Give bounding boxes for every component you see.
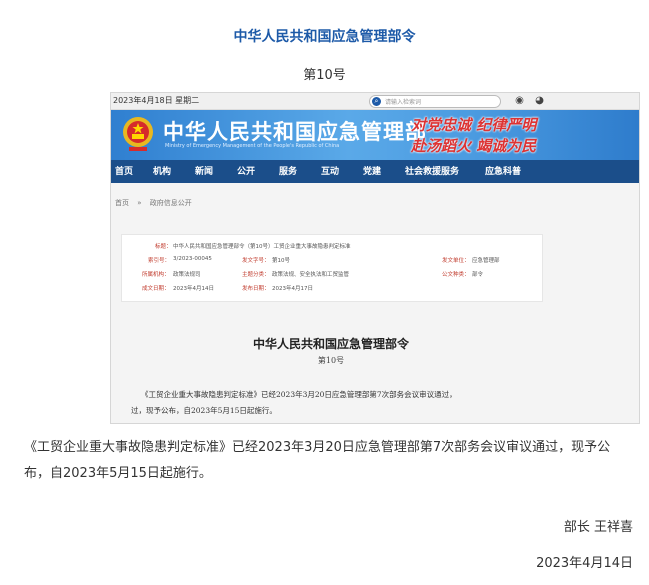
info-published-value: 2023年4月17日 — [272, 286, 313, 292]
breadcrumb-separator: » — [137, 199, 142, 207]
nav-rescue-service[interactable]: 社会救援服务 — [405, 164, 459, 177]
date-text: 2023年4月18日 星期二 — [113, 96, 200, 105]
nav-news[interactable]: 新闻 — [195, 164, 213, 177]
search-placeholder: 请输入检索词 — [385, 99, 422, 106]
search-input[interactable]: ⌕ 请输入检索词 — [369, 95, 501, 108]
breadcrumb-current[interactable]: 政府信息公开 — [150, 199, 192, 207]
weibo-icon[interactable]: ◉ — [513, 94, 526, 107]
info-topic-value: 政策法规、安全执法和工贸监管 — [272, 272, 350, 278]
slogan-line-2: 赴汤蹈火 竭诚为民 — [411, 137, 537, 155]
info-title-value: 中华人民共和国应急管理部令（第10号）工贸企业重大事故隐患判定标准 — [173, 244, 351, 250]
info-issuer-label: 发文单位： — [442, 258, 470, 264]
info-index-value: 3/2023-00045 — [173, 256, 212, 262]
website-screenshot: 2023年4月18日 星期二 ⌕ 请输入检索词 ◉ ◕ 中华人民共和国应急管理部… — [110, 92, 640, 424]
info-written-label: 成文日期： — [142, 286, 170, 292]
site-name-en: Ministry of Emergency Management of the … — [165, 143, 340, 149]
info-published-label: 发布日期： — [242, 286, 270, 292]
search-icon[interactable]: ⌕ — [372, 97, 381, 106]
breadcrumb: 首页 » 政府信息公开 — [115, 198, 198, 208]
signature-date: 2023年4月14日 — [536, 556, 633, 571]
wechat-icon[interactable]: ◕ — [533, 94, 546, 107]
info-issuer-value: 应急管理部 — [472, 258, 500, 264]
main-nav: 首页 机构 新闻 公开 服务 互动 党建 社会救援服务 应急科普 — [111, 160, 639, 183]
info-dept-label: 所属机构： — [142, 272, 170, 278]
nav-organization[interactable]: 机构 — [153, 164, 171, 177]
article-number: 第10号 — [303, 68, 346, 83]
info-written-value: 2023年4月14日 — [173, 286, 214, 292]
info-title-label: 标题： — [155, 244, 172, 250]
breadcrumb-home[interactable]: 首页 — [115, 199, 129, 207]
site-name: 中华人民共和国应急管理部 — [163, 119, 427, 144]
nav-service[interactable]: 服务 — [279, 164, 297, 177]
doc-body-line-2: 过，现予公布，自2023年5月15日起施行。 — [131, 406, 277, 415]
nav-interaction[interactable]: 互动 — [321, 164, 339, 177]
info-docno-label: 发文字号： — [242, 258, 270, 264]
nav-public[interactable]: 公开 — [237, 164, 255, 177]
article-title: 中华人民共和国应急管理部令 — [233, 29, 416, 45]
info-dept-value: 政策法规司 — [173, 272, 201, 278]
doc-number: 第10号 — [317, 356, 345, 365]
doc-title: 中华人民共和国应急管理部令 — [252, 337, 409, 351]
nav-home[interactable]: 首页 — [115, 164, 133, 177]
document-info-box: 标题： 中华人民共和国应急管理部令（第10号）工贸企业重大事故隐患判定标准 索引… — [121, 234, 543, 302]
info-docno-value: 第10号 — [272, 258, 290, 264]
nav-science[interactable]: 应急科普 — [485, 164, 521, 177]
slogan-line-1: 对党忠诚 纪律严明 — [411, 116, 537, 134]
signature: 部长 王祥喜 — [563, 520, 633, 535]
national-emblem-icon — [123, 117, 153, 151]
info-topic-label: 主题分类： — [242, 272, 270, 278]
doc-body-line-1: 《工贸企业重大事故隐患判定标准》已经2023年3月20日应急管理部第7次部务会议… — [141, 390, 457, 399]
article-body: 《工贸企业重大事故隐患判定标准》已经2023年3月20日应急管理部第7次部务会议… — [24, 440, 611, 481]
info-index-label: 索引号： — [148, 258, 171, 264]
top-bar: 2023年4月18日 星期二 ⌕ 请输入检索词 ◉ ◕ — [111, 93, 639, 110]
info-type-label: 公文种类： — [442, 272, 470, 278]
site-banner: 中华人民共和国应急管理部 Ministry of Emergency Manag… — [111, 110, 639, 160]
nav-party[interactable]: 党建 — [363, 164, 381, 177]
info-type-value: 部令 — [472, 272, 484, 278]
